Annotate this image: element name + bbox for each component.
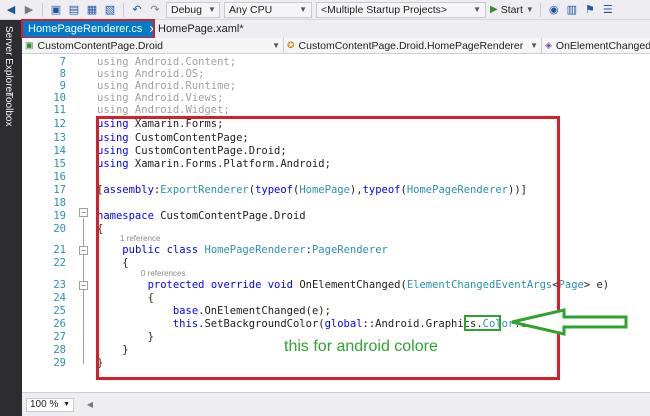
save-icon[interactable]: ▦ — [85, 3, 99, 17]
navigate-forward-icon[interactable]: ▶ — [22, 3, 36, 17]
browser-link-icon[interactable]: ◉ — [547, 3, 561, 17]
line-number: 9 — [59, 80, 66, 92]
play-icon: ▶ — [490, 4, 498, 15]
startup-projects-dropdown[interactable]: <Multiple Startup Projects> ▼ — [316, 1, 486, 18]
start-button[interactable]: ▶ Start ▼ — [490, 4, 534, 16]
line-number: 20 — [53, 223, 66, 235]
outline-guide — [83, 218, 84, 364]
line-number: 8 — [59, 68, 66, 80]
line-number: 7 — [59, 56, 66, 68]
platform-dropdown[interactable]: Any CPU ▼ — [224, 1, 312, 18]
chevron-down-icon: ▼ — [525, 5, 534, 14]
line-number: 24 — [53, 292, 66, 304]
chevron-down-icon: ▼ — [530, 41, 538, 50]
undo-icon[interactable]: ↶ — [130, 3, 144, 17]
collapse-namespace-icon[interactable]: − — [79, 208, 88, 217]
line-number: 19 — [53, 210, 66, 222]
project-value: CustomContentPage.Droid — [37, 39, 163, 52]
class-value: CustomContentPage.Droid.HomePageRenderer — [298, 39, 524, 52]
annotation-text: this for android colore — [284, 338, 438, 355]
method-icon: ◈ — [545, 40, 552, 50]
code-line: using Android.Runtime; — [97, 80, 237, 92]
line-number: 23 — [53, 279, 66, 291]
navigate-back-icon[interactable]: ◀ — [4, 3, 18, 17]
line-number: 14 — [53, 145, 66, 157]
chevron-down-icon: ▼ — [63, 401, 70, 408]
scroll-left-icon[interactable]: ◀ — [80, 399, 100, 411]
configuration-value: Debug — [171, 3, 202, 16]
side-panel-strip: Server Explorer Toolbox — [0, 20, 22, 416]
collapse-method-icon[interactable]: − — [79, 281, 88, 290]
chevron-down-icon: ▼ — [272, 41, 280, 50]
document-tabs: HomePageRenderer.cs ✕ HomePage.xaml* — [21, 19, 650, 39]
chevron-down-icon: ▼ — [299, 5, 307, 14]
member-value: OnElementChanged(El — [555, 39, 650, 52]
line-number: 15 — [53, 158, 66, 170]
toolbar-separator — [123, 2, 124, 17]
line-number: 21 — [53, 244, 66, 256]
line-number: 11 — [53, 104, 66, 116]
line-number: 12 — [53, 118, 66, 130]
line-number: 13 — [53, 132, 66, 144]
toolbar-separator — [539, 2, 541, 17]
line-number: 28 — [53, 344, 66, 356]
comment-icon[interactable]: ☰ — [601, 3, 615, 17]
class-icon: ✪ — [287, 40, 295, 50]
status-bar: 100 % ▼ ◀ — [22, 392, 650, 416]
class-dropdown[interactable]: ✪ CustomContentPage.Droid.HomePageRender… — [284, 38, 542, 53]
code-line: using Android.OS; — [97, 68, 205, 80]
line-number: 29 — [53, 357, 66, 369]
member-dropdown[interactable]: ◈ OnElementChanged(El — [542, 38, 650, 53]
start-label: Start — [500, 3, 523, 16]
bookmark-icon[interactable]: ⚑ — [583, 3, 597, 17]
collapse-class-icon[interactable]: − — [79, 246, 88, 255]
line-number: 16 — [53, 171, 66, 183]
zoom-value: 100 % — [30, 399, 59, 410]
tab-label: HomePageRenderer.cs — [28, 23, 143, 35]
new-project-icon[interactable]: ▣ — [49, 3, 63, 17]
startup-projects-value: <Multiple Startup Projects> — [321, 3, 448, 16]
save-all-icon[interactable]: ▧ — [103, 3, 117, 17]
line-number: 17 — [53, 184, 66, 196]
configuration-dropdown[interactable]: Debug ▼ — [166, 1, 220, 18]
attach-icon[interactable]: ▥ — [565, 3, 579, 17]
navigation-bar: ▣ CustomContentPage.Droid ▼ ✪ CustomCont… — [22, 38, 650, 54]
tab-homepage-xaml[interactable]: HomePage.xaml* — [154, 20, 248, 38]
line-number: 18 — [53, 197, 66, 209]
line-number: 10 — [53, 92, 66, 104]
tab-homepagerenderer-cs[interactable]: HomePageRenderer.cs ✕ — [21, 19, 158, 39]
chevron-down-icon: ▼ — [473, 5, 481, 14]
zoom-dropdown[interactable]: 100 % ▼ — [26, 397, 74, 412]
platform-value: Any CPU — [229, 3, 273, 16]
toolbar-separator — [42, 2, 43, 17]
code-line: using Android.Views; — [97, 92, 224, 104]
project-dropdown[interactable]: ▣ CustomContentPage.Droid ▼ — [22, 38, 284, 53]
toolbox-tab[interactable]: Toolbox — [3, 92, 14, 126]
code-line: using Android.Content; — [97, 56, 237, 68]
annotation-arrow-icon — [511, 308, 628, 336]
csharp-project-icon: ▣ — [25, 40, 34, 50]
line-number: 27 — [53, 331, 66, 343]
code-line: using Android.Widget; — [97, 104, 230, 116]
server-explorer-tab[interactable]: Server Explorer — [3, 26, 14, 95]
tab-label: HomePage.xaml* — [158, 23, 244, 35]
line-number: 25 — [53, 305, 66, 317]
line-number: 26 — [53, 318, 66, 330]
chevron-down-icon: ▼ — [207, 5, 216, 14]
highlight-green-box — [464, 315, 501, 331]
line-number: 22 — [53, 257, 66, 269]
redo-icon[interactable]: ↷ — [148, 3, 162, 17]
toolbar: ◀ ▶ ▣ ▤ ▦ ▧ ↶ ↷ Debug ▼ Any CPU ▼ <Multi… — [0, 0, 650, 20]
open-file-icon[interactable]: ▤ — [67, 3, 81, 17]
